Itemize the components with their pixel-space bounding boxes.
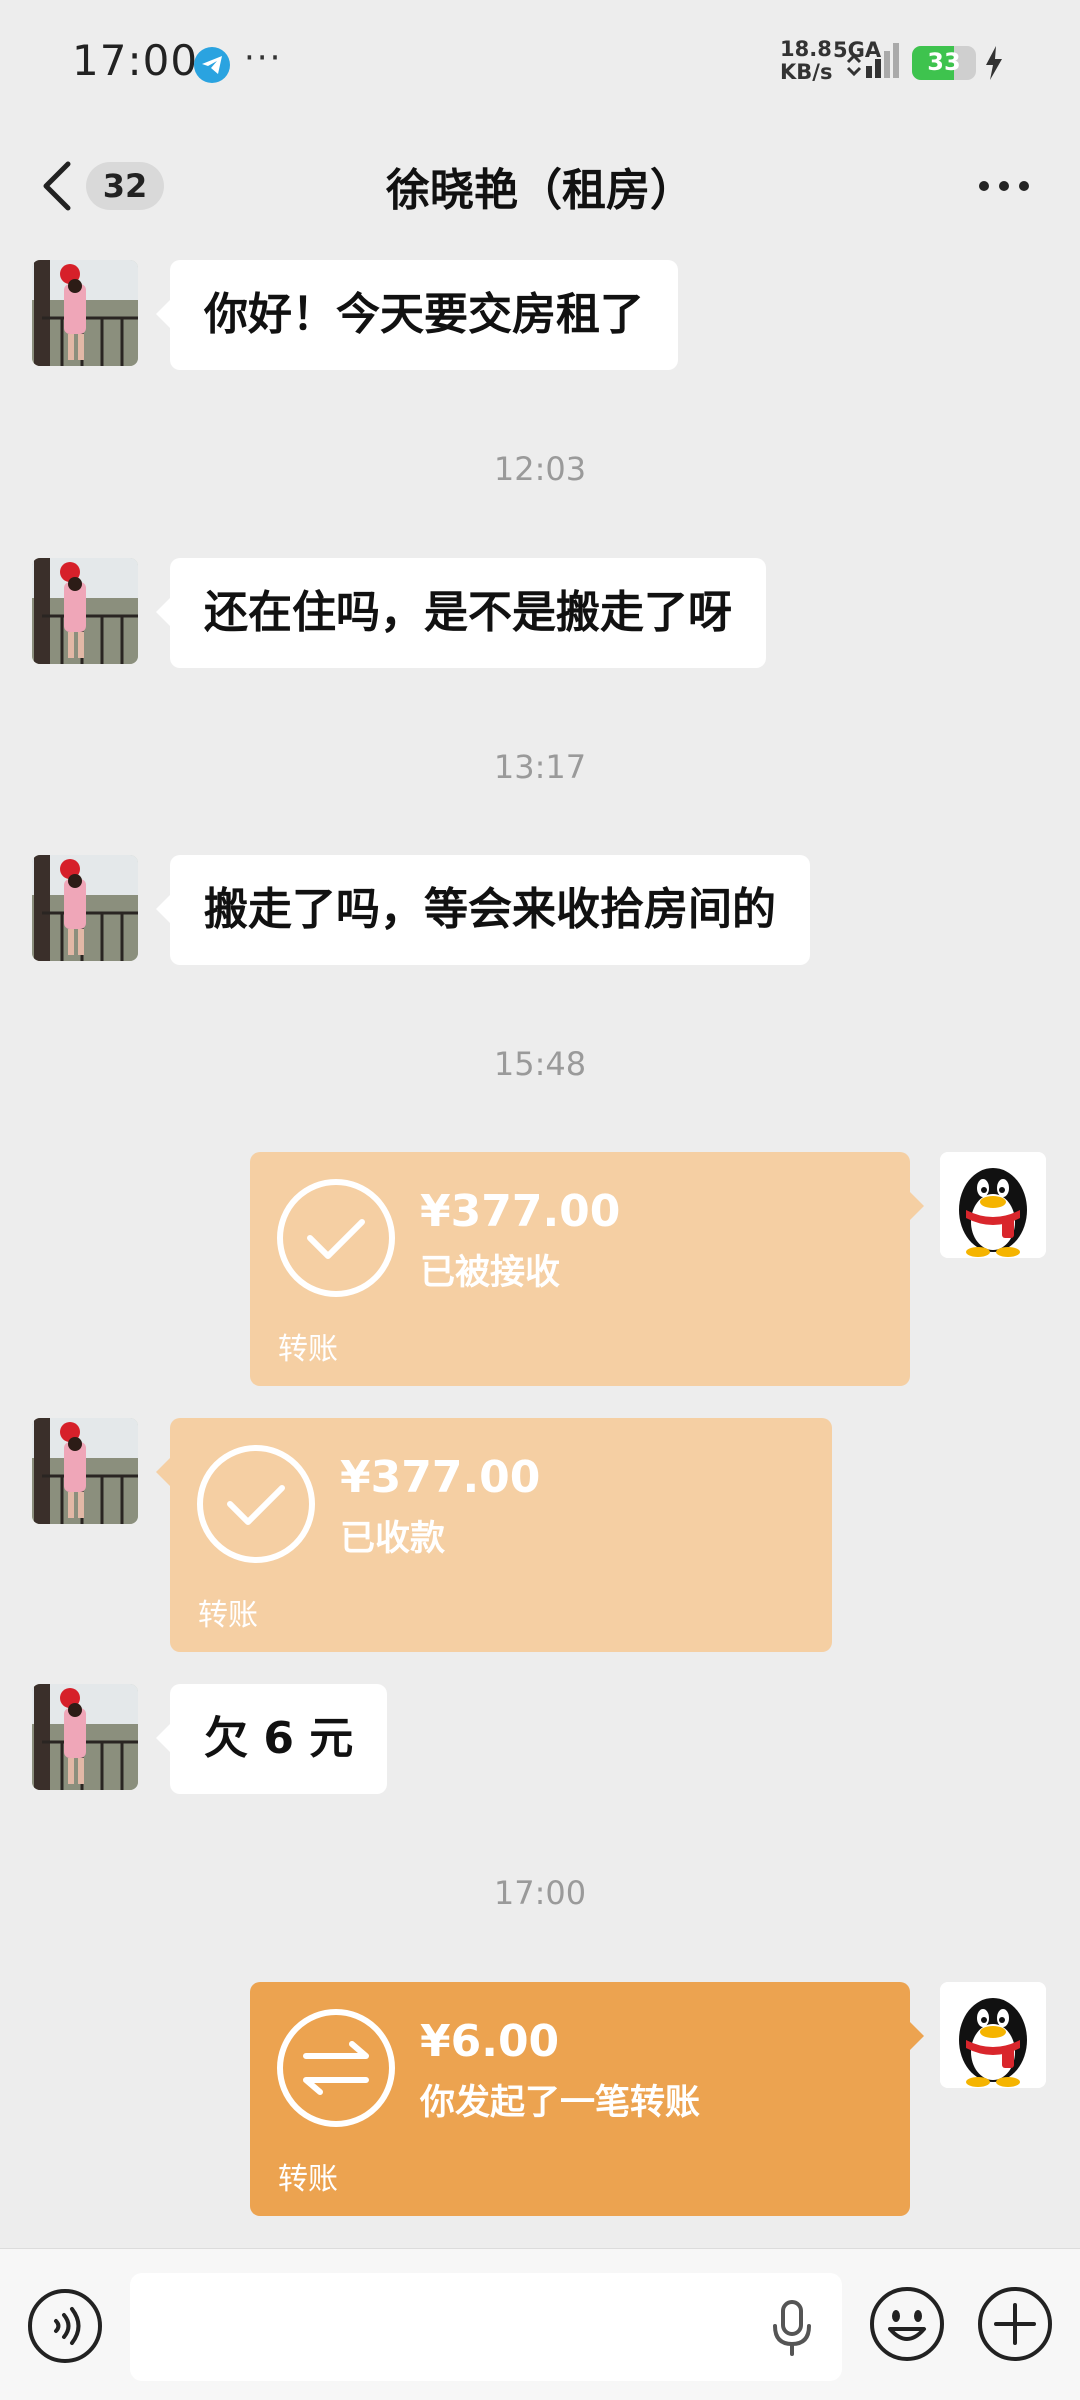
unread-count-badge[interactable]: 32 (86, 162, 164, 210)
transfer-label: 转账 (198, 1598, 258, 1633)
transfer-label: 转账 (278, 2162, 338, 2197)
message-bubble[interactable]: 欠 6 元 (155, 1684, 388, 1794)
status-bar: 17:00 ··· 18.8 KB/s 5GA 33 (0, 0, 1080, 122)
message-timestamp: 13:17 (493, 748, 587, 786)
check-icon (277, 1179, 395, 1297)
transfer-card-pending[interactable]: ¥6.00 你发起了一笔转账 转账 (250, 1982, 924, 2216)
transfer-amount: ¥377.00 (420, 1186, 621, 1237)
message-bubble[interactable]: 还在住吗，是不是搬走了呀 (156, 558, 766, 668)
chat-header: 32 徐晓艳（租房） (0, 122, 1080, 250)
contact-avatar[interactable] (32, 1684, 138, 1790)
contact-avatar[interactable] (32, 260, 138, 366)
telegram-icon (194, 47, 230, 83)
mic-icon[interactable] (770, 2299, 814, 2357)
transfer-status: 你发起了一笔转账 (420, 2083, 701, 2123)
message-input[interactable] (130, 2273, 842, 2381)
contact-avatar[interactable] (32, 558, 138, 664)
my-avatar[interactable] (940, 1982, 1046, 2088)
message-timestamp: 15:48 (493, 1045, 587, 1083)
check-icon (197, 1445, 315, 1563)
chat-title: 徐晓艳（租房） (386, 165, 694, 216)
message-timestamp: 17:00 (493, 1874, 587, 1912)
battery-percent: 33 (927, 48, 961, 76)
voice-icon[interactable] (26, 2287, 104, 2365)
message-timestamp: 12:03 (493, 450, 587, 488)
my-avatar[interactable] (940, 1152, 1046, 1258)
transfer-arrows-icon (277, 2009, 395, 2127)
more-options-icon[interactable] (976, 178, 1032, 194)
network-speed-unit: KB/s (780, 60, 833, 84)
transfer-status: 已收款 (340, 1519, 446, 1559)
message-bubble[interactable]: 搬走了吗，等会来收拾房间的 (156, 855, 810, 965)
signal-icon (846, 43, 899, 78)
transfer-label: 转账 (278, 1332, 338, 1367)
transfer-amount: ¥6.00 (420, 2016, 560, 2067)
input-bar (0, 2248, 1080, 2400)
charging-icon (986, 46, 1002, 80)
contact-avatar[interactable] (32, 1418, 138, 1524)
status-more-indicator: ··· (244, 38, 283, 78)
transfer-amount: ¥377.00 (340, 1452, 541, 1503)
status-time: 17:00 (72, 36, 199, 85)
contact-avatar[interactable] (32, 855, 138, 961)
plus-icon[interactable] (976, 2285, 1054, 2363)
back-icon[interactable] (38, 160, 78, 212)
transfer-card-received[interactable]: ¥377.00 已收款 转账 (156, 1418, 832, 1652)
transfer-card-sent[interactable]: ¥377.00 已被接收 转账 (250, 1152, 924, 1386)
emoji-icon[interactable] (868, 2285, 946, 2363)
battery-icon: 33 (912, 46, 976, 80)
message-bubble[interactable]: 你好！今天要交房租了 (156, 260, 678, 370)
transfer-status: 已被接收 (420, 1253, 561, 1293)
